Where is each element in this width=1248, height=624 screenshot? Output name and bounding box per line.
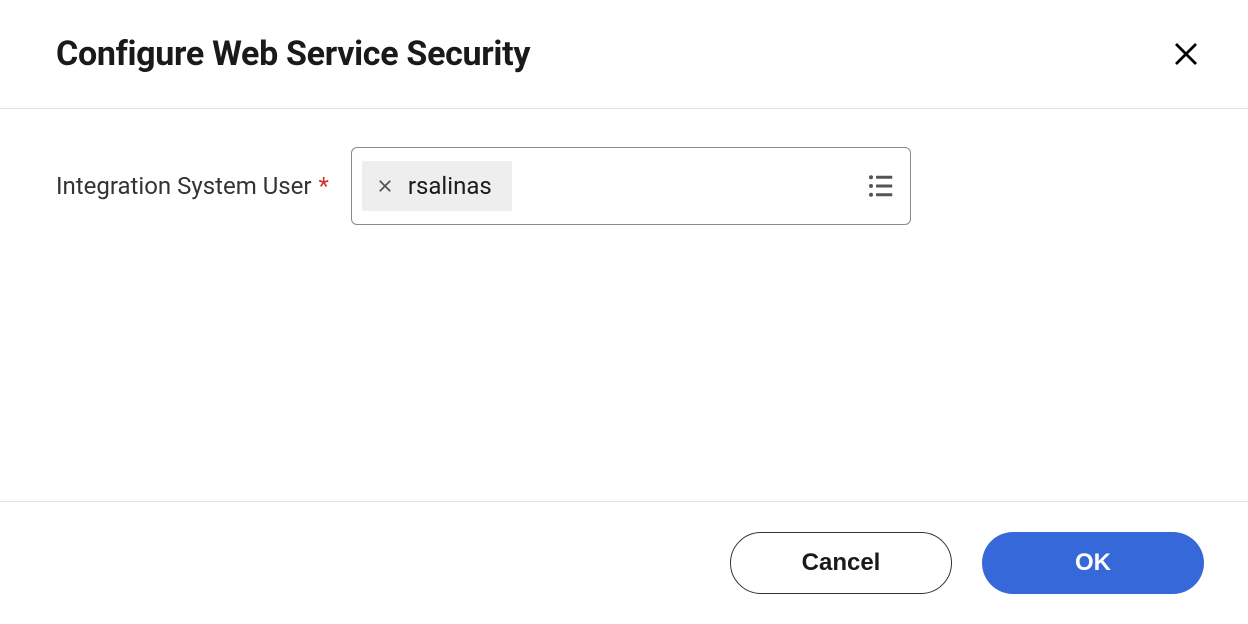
dialog-title: Configure Web Service Security [56, 34, 530, 74]
x-icon [376, 177, 394, 195]
required-indicator: * [318, 172, 328, 200]
field-label: Integration System User [56, 172, 312, 200]
close-icon [1171, 39, 1201, 69]
integration-system-user-field: Integration System User * rsalinas [56, 147, 1192, 225]
dialog-footer: Cancel OK [0, 502, 1248, 624]
list-icon [866, 171, 896, 201]
dialog-header: Configure Web Service Security [0, 0, 1248, 109]
integration-system-user-picker[interactable]: rsalinas [351, 147, 911, 225]
dialog-body: Integration System User * rsalinas [0, 109, 1248, 502]
ok-button[interactable]: OK [982, 532, 1204, 594]
chip-label: rsalinas [408, 172, 492, 200]
selected-user-chip: rsalinas [362, 161, 512, 211]
remove-chip-button[interactable] [376, 177, 394, 195]
open-picker-button[interactable] [866, 171, 896, 201]
configure-web-service-security-dialog: Configure Web Service Security Integrati… [0, 0, 1248, 624]
cancel-button[interactable]: Cancel [730, 532, 952, 594]
close-button[interactable] [1168, 36, 1204, 72]
field-label-wrapper: Integration System User * [56, 172, 329, 200]
